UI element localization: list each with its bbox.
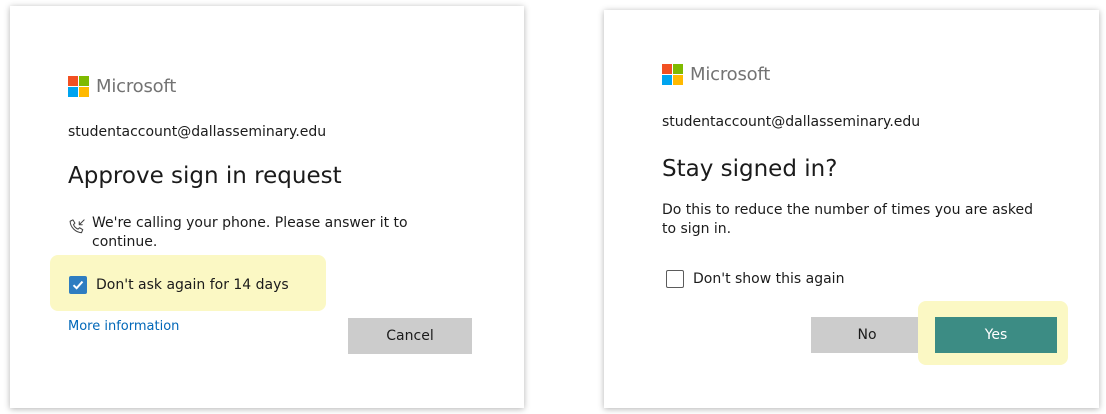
phone-icon bbox=[69, 219, 85, 234]
call-message-line2: continue. bbox=[92, 234, 158, 250]
remember-label: Don't ask again for 14 days bbox=[96, 277, 289, 293]
microsoft-logo-icon bbox=[68, 76, 89, 97]
call-message: We're calling your phone. Please answer … bbox=[92, 214, 408, 252]
call-message-line1: We're calling your phone. Please answer … bbox=[92, 215, 408, 231]
page-title: Approve sign in request bbox=[68, 163, 342, 189]
dont-show-checkbox[interactable] bbox=[666, 270, 684, 288]
account-email: studentaccount@dallasseminary.edu bbox=[68, 124, 327, 140]
account-email: studentaccount@dallasseminary.edu bbox=[662, 114, 921, 130]
microsoft-logo: Microsoft bbox=[68, 76, 176, 97]
approve-sign-in-dialog: Microsoft studentaccount@dallasseminary.… bbox=[10, 6, 524, 408]
stay-description: Do this to reduce the number of times yo… bbox=[662, 201, 1033, 239]
dont-show-checkbox-row[interactable]: Don't show this again bbox=[666, 270, 844, 288]
microsoft-logo-text: Microsoft bbox=[96, 76, 177, 97]
microsoft-logo-text: Microsoft bbox=[690, 64, 771, 85]
page-title: Stay signed in? bbox=[662, 156, 838, 182]
stay-description-line1: Do this to reduce the number of times yo… bbox=[662, 202, 1033, 218]
yes-button[interactable]: Yes bbox=[935, 317, 1057, 353]
remember-checkbox[interactable] bbox=[69, 276, 87, 294]
more-information-link[interactable]: More information bbox=[68, 319, 179, 334]
no-button[interactable]: No bbox=[811, 317, 923, 353]
checkmark-icon bbox=[72, 280, 84, 290]
cancel-button[interactable]: Cancel bbox=[348, 318, 472, 354]
stay-signed-in-dialog: Microsoft studentaccount@dallasseminary.… bbox=[604, 10, 1099, 408]
remember-checkbox-row[interactable]: Don't ask again for 14 days bbox=[69, 276, 289, 294]
microsoft-logo: Microsoft bbox=[662, 64, 770, 85]
dont-show-label: Don't show this again bbox=[693, 271, 845, 287]
stay-description-line2: to sign in. bbox=[662, 221, 732, 237]
microsoft-logo-icon bbox=[662, 64, 683, 85]
